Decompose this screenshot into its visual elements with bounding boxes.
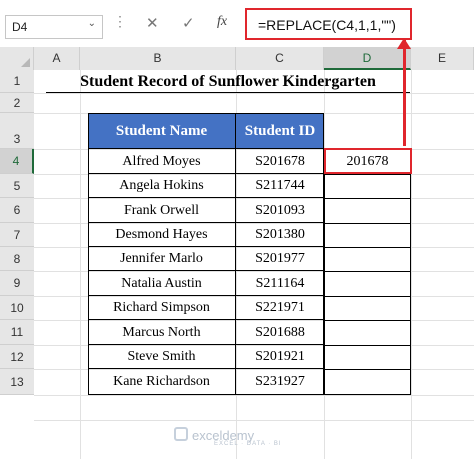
row-header-6[interactable]: 6 — [0, 198, 34, 223]
insert-function-icon[interactable]: fx — [217, 14, 227, 30]
name-box-value: D4 — [12, 20, 28, 34]
row-header-4[interactable]: 4 — [0, 149, 34, 174]
student-id-cell[interactable]: S201093 — [236, 198, 324, 223]
student-id-cell[interactable]: S211744 — [236, 174, 324, 198]
result-cell[interactable] — [324, 296, 411, 320]
sheet-title[interactable]: Student Record of Sunflower Kindergarten — [46, 70, 410, 93]
row-header-5[interactable]: 5 — [0, 174, 34, 198]
active-cell-highlight — [324, 148, 412, 174]
student-name-cell[interactable]: Natalia Austin — [88, 271, 236, 296]
row-header-9[interactable]: 9 — [0, 271, 34, 296]
vertical-dots-icon: ⋮ — [113, 13, 127, 29]
result-cell[interactable] — [324, 369, 411, 395]
name-box[interactable]: D4 ⌄ — [5, 15, 103, 39]
column-header-b[interactable]: B — [80, 47, 236, 70]
row-header-8[interactable]: 8 — [0, 247, 34, 271]
student-name-cell[interactable]: Steve Smith — [88, 345, 236, 369]
student-name-cell[interactable]: Richard Simpson — [88, 296, 236, 320]
header-student-name[interactable]: Student Name — [88, 113, 236, 149]
gridline — [34, 93, 474, 94]
result-cell[interactable] — [324, 320, 411, 345]
chevron-down-icon[interactable]: ⌄ — [88, 18, 96, 29]
student-id-cell[interactable]: S201380 — [236, 223, 324, 247]
gridline — [411, 70, 412, 459]
student-name-cell[interactable]: Alfred Moyes — [88, 149, 236, 174]
enter-icon[interactable]: ✓ — [182, 14, 195, 32]
column-header-e[interactable]: E — [411, 47, 474, 70]
student-id-cell[interactable]: S221971 — [236, 296, 324, 320]
student-id-cell[interactable]: S201688 — [236, 320, 324, 345]
header-student-id[interactable]: Student ID — [236, 113, 324, 149]
cancel-icon[interactable]: ✕ — [146, 14, 159, 32]
gridline — [34, 420, 474, 421]
row-header-13[interactable]: 13 — [0, 369, 34, 395]
row-header-1[interactable]: 1 — [0, 70, 34, 93]
exceldemy-logo-icon — [174, 427, 188, 441]
student-id-cell[interactable]: S211164 — [236, 271, 324, 296]
result-cell[interactable] — [324, 271, 411, 296]
column-header-a[interactable]: A — [34, 47, 80, 70]
result-cell[interactable] — [324, 174, 411, 198]
row-header-12[interactable]: 12 — [0, 345, 34, 369]
student-id-cell[interactable]: S201977 — [236, 247, 324, 271]
result-cell[interactable] — [324, 247, 411, 271]
row-header-10[interactable]: 10 — [0, 296, 34, 320]
column-header-d[interactable]: D — [324, 47, 411, 70]
watermark-logo: exceldemy EXCEL · DATA · BI — [174, 427, 282, 447]
row-header-2[interactable]: 2 — [0, 93, 34, 113]
annotation-line — [403, 40, 406, 146]
gridline — [80, 70, 81, 459]
watermark-tagline: EXCEL · DATA · BI — [214, 441, 282, 447]
arrow-up-icon — [397, 38, 411, 49]
student-name-cell[interactable]: Jennifer Marlo — [88, 247, 236, 271]
row-header-11[interactable]: 11 — [0, 320, 34, 345]
column-header-c[interactable]: C — [236, 47, 324, 70]
student-id-cell[interactable]: S201921 — [236, 345, 324, 369]
student-name-cell[interactable]: Frank Orwell — [88, 198, 236, 223]
student-id-cell[interactable]: S201678 — [236, 149, 324, 174]
student-name-cell[interactable]: Desmond Hayes — [88, 223, 236, 247]
gridline — [34, 395, 474, 396]
row-header-3[interactable]: 3 — [0, 113, 34, 149]
row-header-7[interactable]: 7 — [0, 223, 34, 247]
select-all-corner[interactable] — [0, 47, 34, 70]
student-id-cell[interactable]: S231927 — [236, 369, 324, 395]
result-cell[interactable] — [324, 198, 411, 223]
student-name-cell[interactable]: Angela Hokins — [88, 174, 236, 198]
student-name-cell[interactable]: Kane Richardson — [88, 369, 236, 395]
formula-highlight-box — [245, 8, 412, 40]
student-name-cell[interactable]: Marcus North — [88, 320, 236, 345]
result-cell[interactable] — [324, 345, 411, 369]
result-cell[interactable] — [324, 223, 411, 247]
